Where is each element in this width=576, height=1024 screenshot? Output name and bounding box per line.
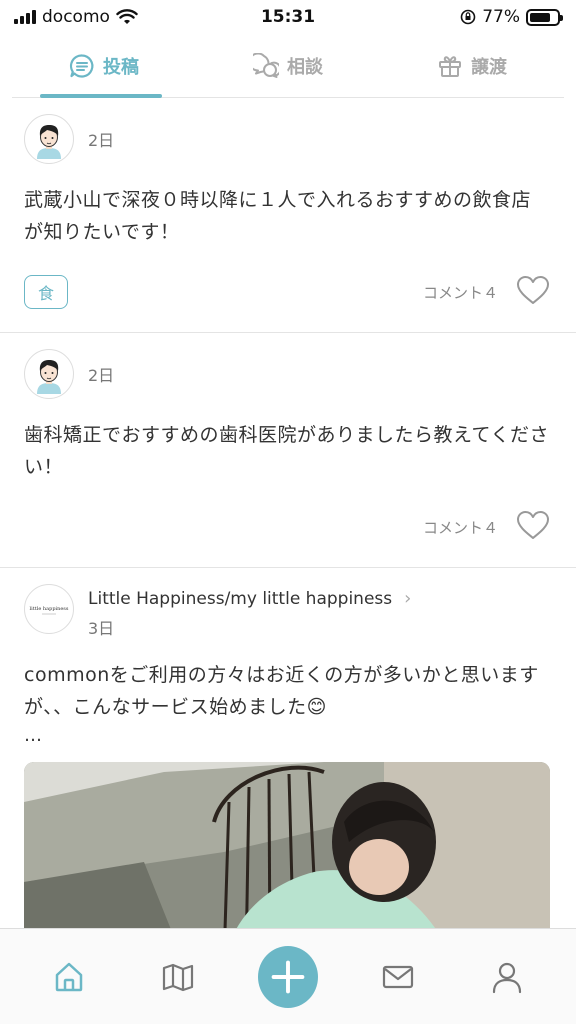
like-button[interactable] [516, 510, 550, 544]
comment-count[interactable]: コメント４ [423, 282, 498, 303]
chat-lines-icon [69, 53, 94, 78]
post-text[interactable]: 歯科矯正でおすすめの歯科医院がありましたら教えてください！ [24, 419, 550, 483]
store-logo-icon: little happiness [28, 605, 70, 615]
post-text[interactable]: commonをご利用の方々はお近くの方が多いかと思いますが、、こんなサービス始め… [24, 659, 550, 723]
comment-count[interactable]: コメント４ [423, 517, 498, 538]
tab-posts[interactable]: 投稿 [12, 34, 196, 98]
nav-messages[interactable] [368, 947, 428, 1007]
like-button[interactable] [516, 275, 550, 309]
post-feed: 2日 武蔵小山で深夜０時以降に１人で入れるおすすめの飲食店が知りたいです！ 食 … [0, 98, 576, 928]
post-photo-image [24, 762, 550, 928]
signal-icon [14, 10, 36, 24]
store-post-card[interactable]: little happiness Little Happiness/my lit… [0, 568, 576, 928]
category-tag[interactable]: 食 [24, 275, 68, 309]
chat-bubbles-icon [253, 52, 279, 78]
battery-icon [526, 8, 563, 26]
post-footer: 食 コメント４ [24, 262, 550, 322]
store-name-link[interactable]: Little Happiness/my little happiness › [88, 588, 411, 609]
plus-icon [257, 945, 318, 1008]
post-text[interactable]: 武蔵小山で深夜０時以降に１人で入れるおすすめの飲食店が知りたいです！ [24, 184, 550, 248]
post-header: 2日 [24, 349, 550, 399]
read-more[interactable]: … [24, 725, 550, 746]
carrier-name: docomo [42, 7, 110, 27]
wifi-icon [116, 9, 138, 24]
post-date: 2日 [88, 366, 115, 385]
store-name: Little Happiness/my little happiness [88, 588, 393, 609]
post-date: 2日 [88, 131, 115, 150]
svg-text:little happiness: little happiness [30, 606, 69, 612]
avatar[interactable] [24, 349, 74, 399]
heart-icon [517, 276, 549, 304]
tab-posts-label: 投稿 [103, 56, 139, 78]
post-card[interactable]: 2日 武蔵小山で深夜０時以降に１人で入れるおすすめの飲食店が知りたいです！ 食 … [0, 98, 576, 333]
heart-icon [517, 511, 549, 539]
post-actions: コメント４ [423, 275, 550, 309]
post-header: 2日 [24, 114, 550, 164]
home-icon [55, 962, 83, 991]
avatar[interactable] [24, 114, 74, 164]
post-date: 3日 [88, 619, 115, 638]
create-post-button[interactable] [257, 945, 318, 1008]
user-avatar-icon [37, 125, 61, 159]
orientation-lock-icon [460, 9, 476, 25]
chevron-right-icon: › [404, 588, 412, 609]
store-logo[interactable]: little happiness [24, 584, 74, 634]
store-meta: Little Happiness/my little happiness › 3… [88, 584, 411, 639]
battery-percent: 77% [482, 7, 520, 27]
tab-consult-label: 相談 [287, 56, 323, 78]
tab-transfer[interactable]: 譲渡 [380, 34, 564, 97]
post-card[interactable]: 2日 歯科矯正でおすすめの歯科医院がありましたら教えてください！ コメント４ [0, 333, 576, 568]
status-bar: docomo 15:31 77% [0, 0, 576, 34]
bottom-nav [0, 928, 576, 1024]
mail-icon [382, 965, 413, 988]
tab-consult[interactable]: 相談 [196, 34, 380, 97]
map-icon [163, 963, 194, 991]
post-actions: コメント４ [423, 510, 550, 544]
nav-profile[interactable] [477, 947, 537, 1007]
user-avatar-icon [37, 360, 61, 394]
post-footer: コメント４ [24, 497, 550, 557]
nav-home[interactable] [39, 947, 99, 1007]
feed-tabs: 投稿 相談 譲渡 [12, 34, 564, 98]
tab-transfer-label: 譲渡 [471, 56, 507, 78]
carrier-group: docomo [14, 7, 138, 27]
post-photo[interactable] [24, 762, 550, 928]
store-post-header: little happiness Little Happiness/my lit… [24, 584, 550, 639]
nav-map[interactable] [148, 947, 208, 1007]
status-right: 77% [460, 7, 563, 27]
gift-icon [439, 55, 461, 77]
profile-icon [493, 962, 522, 993]
